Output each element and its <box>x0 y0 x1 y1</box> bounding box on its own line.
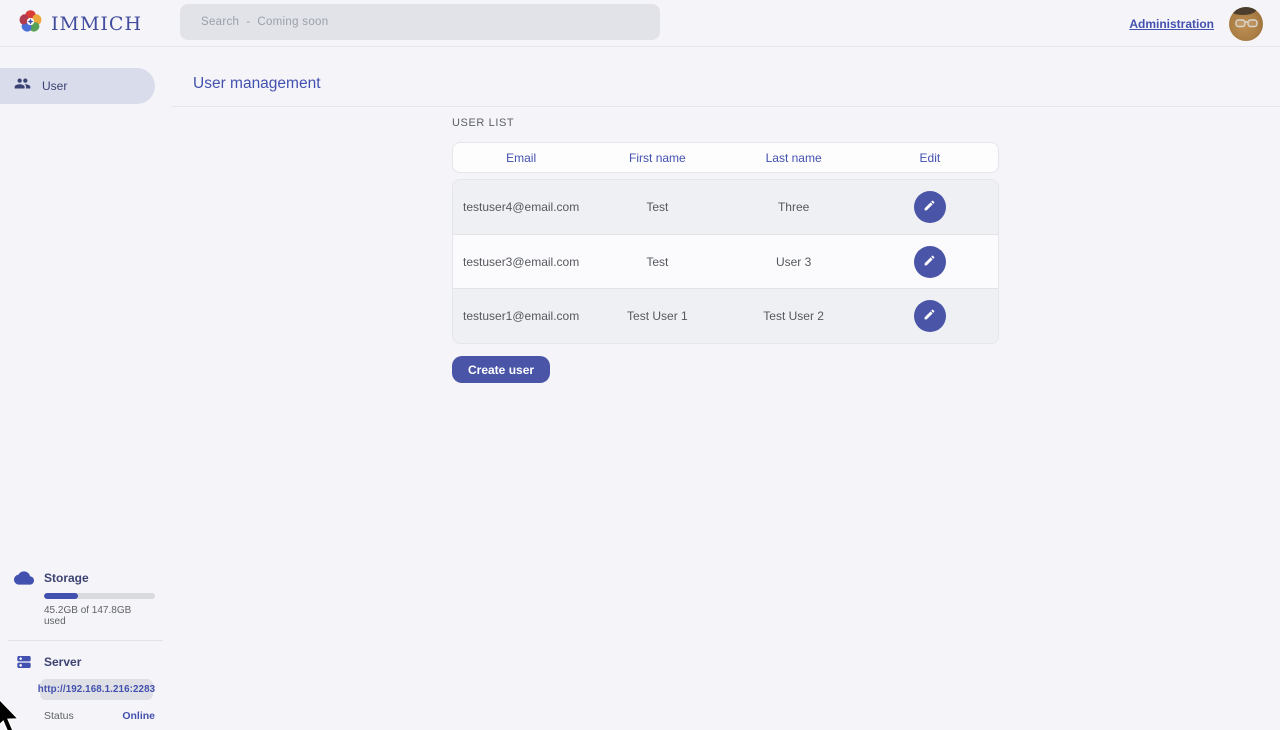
first-name-cell: Test <box>589 255 725 269</box>
create-user-button[interactable]: Create user <box>452 356 550 383</box>
column-header-first-name: First name <box>589 151 725 165</box>
storage-progress-fill <box>44 593 78 599</box>
top-header: IMMICH Administration <box>0 0 1280 47</box>
server-status-row: Status Online <box>44 710 155 722</box>
server-block: Server http://192.168.1.216:2283 Status … <box>0 654 171 730</box>
server-title: Server <box>44 655 81 669</box>
edit-cell <box>862 191 998 223</box>
last-name-cell: Test User 2 <box>726 309 862 323</box>
pencil-icon <box>923 308 936 324</box>
server-icon <box>14 654 34 670</box>
sidebar: User Storage 45.2GB of 147.8GB used <box>0 47 171 730</box>
last-name-cell: Three <box>726 200 862 214</box>
table-row: testuser4@email.comTestThree <box>453 180 998 234</box>
administration-link[interactable]: Administration <box>1129 17 1214 31</box>
last-name-cell: User 3 <box>726 255 862 269</box>
pencil-icon <box>923 199 936 215</box>
edit-cell <box>862 300 998 332</box>
column-header-email: Email <box>453 151 589 165</box>
edit-user-button[interactable] <box>914 246 946 278</box>
status-label: Status <box>44 710 74 722</box>
column-header-edit: Edit <box>862 151 998 165</box>
table-row: testuser1@email.comTest User 1Test User … <box>453 288 998 343</box>
app-title: IMMICH <box>51 13 142 35</box>
sidebar-item-user-label: User <box>42 79 67 93</box>
main-content: User management USER LIST Email First na… <box>171 47 1280 730</box>
page-title: User management <box>193 75 321 93</box>
server-url-badge: http://192.168.1.216:2283 <box>40 679 153 700</box>
storage-progress-bar <box>44 593 155 599</box>
user-table-header: Email First name Last name Edit <box>452 142 999 173</box>
user-table-body: testuser4@email.comTestThreetestuser3@em… <box>452 179 999 344</box>
email-cell: testuser3@email.com <box>453 255 589 269</box>
immich-flower-icon <box>18 9 43 39</box>
immich-logo: IMMICH <box>18 9 142 39</box>
status-value: Online <box>122 710 155 722</box>
email-cell: testuser1@email.com <box>453 309 589 323</box>
user-list-section: USER LIST Email First name Last name Edi… <box>452 117 999 383</box>
edit-cell <box>862 246 998 278</box>
storage-title: Storage <box>44 571 89 585</box>
edit-user-button[interactable] <box>914 300 946 332</box>
storage-header: Storage <box>0 571 171 585</box>
table-row: testuser3@email.comTestUser 3 <box>453 234 998 289</box>
column-header-last-name: Last name <box>726 151 862 165</box>
section-title: USER LIST <box>452 117 999 129</box>
first-name-cell: Test User 1 <box>589 309 725 323</box>
server-header: Server <box>0 654 171 670</box>
search-input[interactable] <box>180 4 660 40</box>
first-name-cell: Test <box>589 200 725 214</box>
user-avatar[interactable] <box>1229 7 1263 41</box>
pencil-icon <box>923 254 936 270</box>
users-icon <box>14 75 31 97</box>
sidebar-footer: Storage 45.2GB of 147.8GB used Server ht… <box>0 571 171 730</box>
title-divider <box>171 106 1280 107</box>
email-cell: testuser4@email.com <box>453 200 589 214</box>
cloud-icon <box>14 571 34 585</box>
storage-usage-text: 45.2GB of 147.8GB used <box>44 605 155 627</box>
edit-user-button[interactable] <box>914 191 946 223</box>
sidebar-divider <box>8 640 163 641</box>
sidebar-item-user[interactable]: User <box>0 68 155 104</box>
